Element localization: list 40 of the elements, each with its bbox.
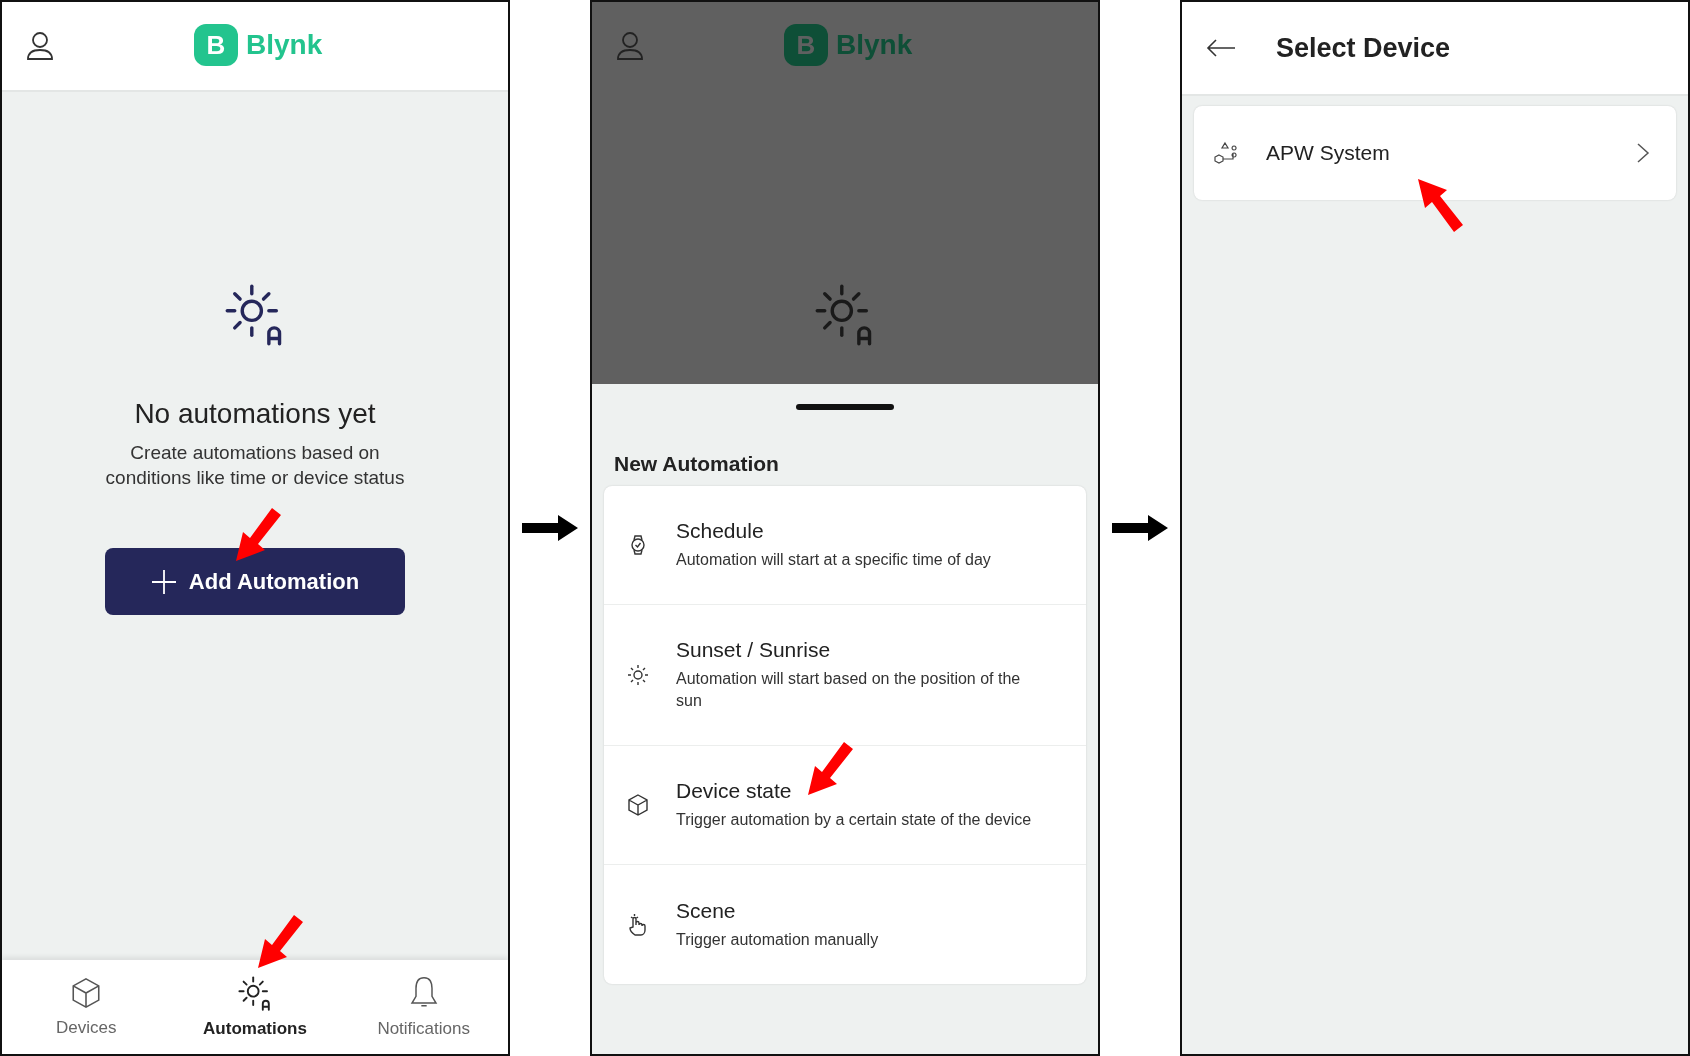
automation-option[interactable]: Sunset / Sunrise Automation will start based on the position of the sun [604, 605, 1086, 746]
logo-mark: B [194, 24, 238, 66]
automation-icon [237, 975, 273, 1011]
device-item[interactable]: APW System [1194, 106, 1676, 200]
option-title: Schedule [676, 519, 765, 543]
nav-tab[interactable]: Devices [2, 960, 171, 1054]
flow-arrow-icon [522, 515, 578, 541]
option-description: Automation will start based on the position of the sun [676, 669, 1022, 711]
device-icon [1214, 141, 1240, 165]
option-title: Sunset / Sunrise [676, 638, 832, 662]
option-description: Trigger automation manually [676, 929, 879, 950]
plus-icon [150, 568, 177, 595]
option-title: Device state [676, 779, 793, 803]
logo-wordmark: Blynk [836, 29, 913, 61]
logo-mark: B [784, 24, 828, 66]
pointer-arrow-icon [256, 915, 304, 969]
option-description: Automation will start at a specific time of day [676, 550, 991, 570]
page-title: Select Device [1276, 32, 1451, 64]
logo-wordmark: Blynk [246, 29, 323, 61]
chevron-right-icon [1636, 142, 1650, 164]
empty-description: Create automations based on conditions like time or device status [104, 441, 406, 490]
cube-icon [626, 793, 650, 817]
add-automation-button[interactable]: Add Automation [105, 548, 405, 615]
nav-tab[interactable]: Notifications [339, 960, 508, 1054]
empty-title: No automations yet [134, 398, 376, 430]
flow-arrow-icon [1112, 515, 1168, 541]
option-title: Scene [676, 898, 737, 923]
back-arrow-icon [1206, 38, 1236, 58]
pointer-arrow-icon [1416, 178, 1464, 232]
sun-icon [626, 663, 650, 687]
user-icon [26, 31, 54, 61]
user-icon [616, 31, 644, 61]
pointer-arrow-icon [806, 742, 854, 796]
pointer-arrow-icon [234, 508, 282, 562]
back-button[interactable] [1206, 38, 1236, 58]
sheet-title: New Automation [614, 452, 780, 476]
automation-option[interactable]: Scene Trigger automation manually [604, 865, 1086, 984]
automation-option[interactable]: Schedule Automation will start at a specific time of day [604, 486, 1086, 605]
option-description: Trigger automation by a certain state of the device [676, 810, 1032, 830]
nav-tab[interactable]: Automations [170, 960, 340, 1054]
